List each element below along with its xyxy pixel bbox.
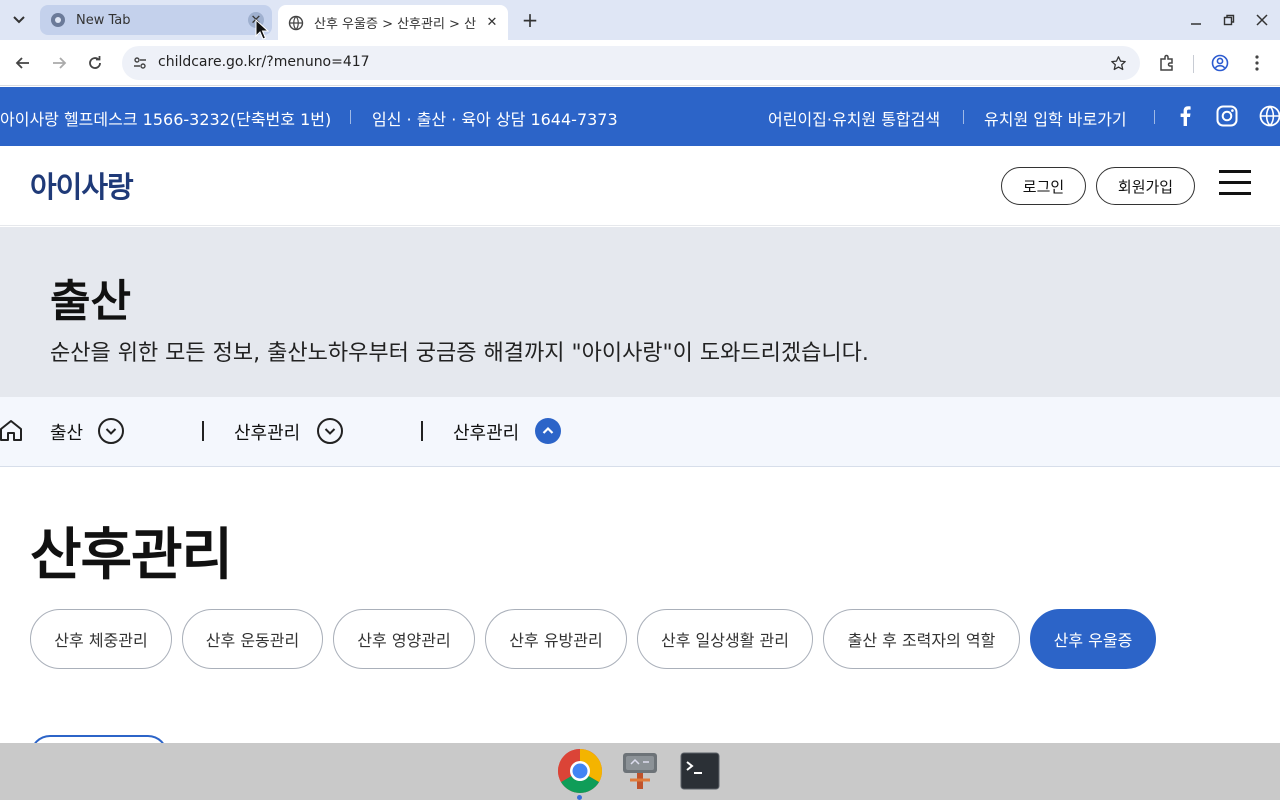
- running-indicator: [577, 795, 582, 800]
- consult-text: 임신 · 출산 · 육아 상담 1644-7373: [372, 110, 618, 129]
- browser-tab-new-tab[interactable]: New Tab ✕: [40, 5, 272, 35]
- close-window-icon[interactable]: [1250, 8, 1274, 32]
- tab-postpartum-daily-life[interactable]: 산후 일상생활 관리: [637, 609, 813, 669]
- site-logo[interactable]: 아이사랑: [30, 164, 134, 206]
- tab-close-icon[interactable]: ✕: [484, 15, 500, 31]
- globe-language-icon[interactable]: [1257, 103, 1280, 129]
- integrated-search-link[interactable]: 어린이집·유치원 통합검색: [768, 106, 940, 130]
- chrome-icon[interactable]: [556, 747, 604, 795]
- breadcrumb-divider: [202, 421, 204, 441]
- tab-title: New Tab: [76, 12, 131, 28]
- chevron-down-icon[interactable]: [98, 418, 124, 444]
- site-utility-bar: 아이사랑 헬프데스크 1566-3232(단축번호 1번) 임신 · 출산 · …: [0, 87, 1280, 146]
- breadcrumb-divider: [421, 421, 423, 441]
- breadcrumb: 출산 산후관리 산후관리: [0, 397, 1280, 467]
- site-info-icon[interactable]: [130, 53, 150, 73]
- mouse-cursor-icon: [255, 18, 270, 41]
- divider: [1154, 110, 1155, 124]
- restore-icon[interactable]: [1217, 8, 1241, 32]
- tab-helper-role[interactable]: 출산 후 조력자의 역할: [823, 609, 1020, 669]
- helpdesk-text: 아이사랑 헬프데스크 1566-3232(단축번호 1번): [0, 110, 332, 129]
- browser-tabstrip: New Tab ✕ 산후 우울증 > 산후관리 > 산 ✕ +: [0, 0, 1280, 40]
- tab-postpartum-weight[interactable]: 산후 체중관리: [30, 609, 172, 669]
- breadcrumb-level-1[interactable]: 출산: [50, 419, 83, 445]
- instagram-icon[interactable]: [1214, 103, 1240, 129]
- minimize-icon[interactable]: [1184, 8, 1208, 32]
- bookmark-star-icon[interactable]: [1108, 53, 1128, 73]
- new-tab-plus-icon[interactable]: +: [518, 8, 542, 32]
- disk-utility-icon[interactable]: [616, 747, 664, 795]
- extensions-puzzle-icon[interactable]: [1154, 50, 1180, 76]
- category-subtitle: 순산을 위한 모든 정보, 출산노하우부터 궁금증 해결까지 "아이사랑"이 도…: [50, 341, 869, 366]
- divider: [963, 110, 964, 124]
- terminal-icon[interactable]: [676, 747, 724, 795]
- site-header: 아이사랑 로그인 회원가입: [0, 146, 1280, 226]
- os-taskbar: [0, 743, 1280, 800]
- tab-postpartum-breast-care[interactable]: 산후 유방관리: [485, 609, 627, 669]
- tab-title: 산후 우울증 > 산후관리 > 산: [314, 17, 477, 32]
- chrome-favicon-icon: [50, 12, 66, 28]
- tab-postpartum-exercise[interactable]: 산후 운동관리: [182, 609, 323, 669]
- breadcrumb-level-3[interactable]: 산후관리: [453, 419, 519, 445]
- toolbar-divider: [1193, 55, 1194, 73]
- hamburger-menu-icon[interactable]: [1219, 170, 1251, 196]
- url-text[interactable]: childcare.go.kr/?menuno=417: [158, 54, 370, 70]
- tab-search-chevron-icon[interactable]: [6, 8, 32, 32]
- tab-postpartum-depression[interactable]: 산후 우울증: [1030, 609, 1156, 669]
- page-title: 산후관리: [30, 523, 233, 588]
- forward-arrow-icon[interactable]: [46, 50, 72, 76]
- menu-kebab-icon[interactable]: [1244, 50, 1270, 76]
- chevron-up-icon[interactable]: [535, 418, 561, 444]
- profile-icon[interactable]: [1207, 50, 1233, 76]
- chevron-down-icon[interactable]: [317, 418, 343, 444]
- address-bar[interactable]: childcare.go.kr/?menuno=417: [122, 46, 1140, 80]
- login-button[interactable]: 로그인: [1001, 167, 1086, 205]
- globe-favicon-icon: [288, 15, 304, 31]
- category-hero: 출산 순산을 위한 모든 정보, 출산노하우부터 궁금증 해결까지 "아이사랑"…: [0, 227, 1280, 397]
- kindergarten-admission-link[interactable]: 유치원 입학 바로가기: [984, 106, 1127, 130]
- reload-icon[interactable]: [82, 50, 108, 76]
- tab-postpartum-nutrition[interactable]: 산후 영양관리: [333, 609, 475, 669]
- browser-tab-active[interactable]: 산후 우울증 > 산후관리 > 산 ✕: [278, 5, 508, 40]
- breadcrumb-level-2[interactable]: 산후관리: [234, 419, 300, 445]
- facebook-icon[interactable]: [1172, 103, 1198, 129]
- back-arrow-icon[interactable]: [10, 50, 36, 76]
- signup-button[interactable]: 회원가입: [1096, 167, 1195, 205]
- home-icon[interactable]: [0, 419, 24, 443]
- category-title: 출산: [50, 276, 131, 327]
- browser-toolbar: childcare.go.kr/?menuno=417: [0, 40, 1280, 86]
- divider: [350, 110, 351, 124]
